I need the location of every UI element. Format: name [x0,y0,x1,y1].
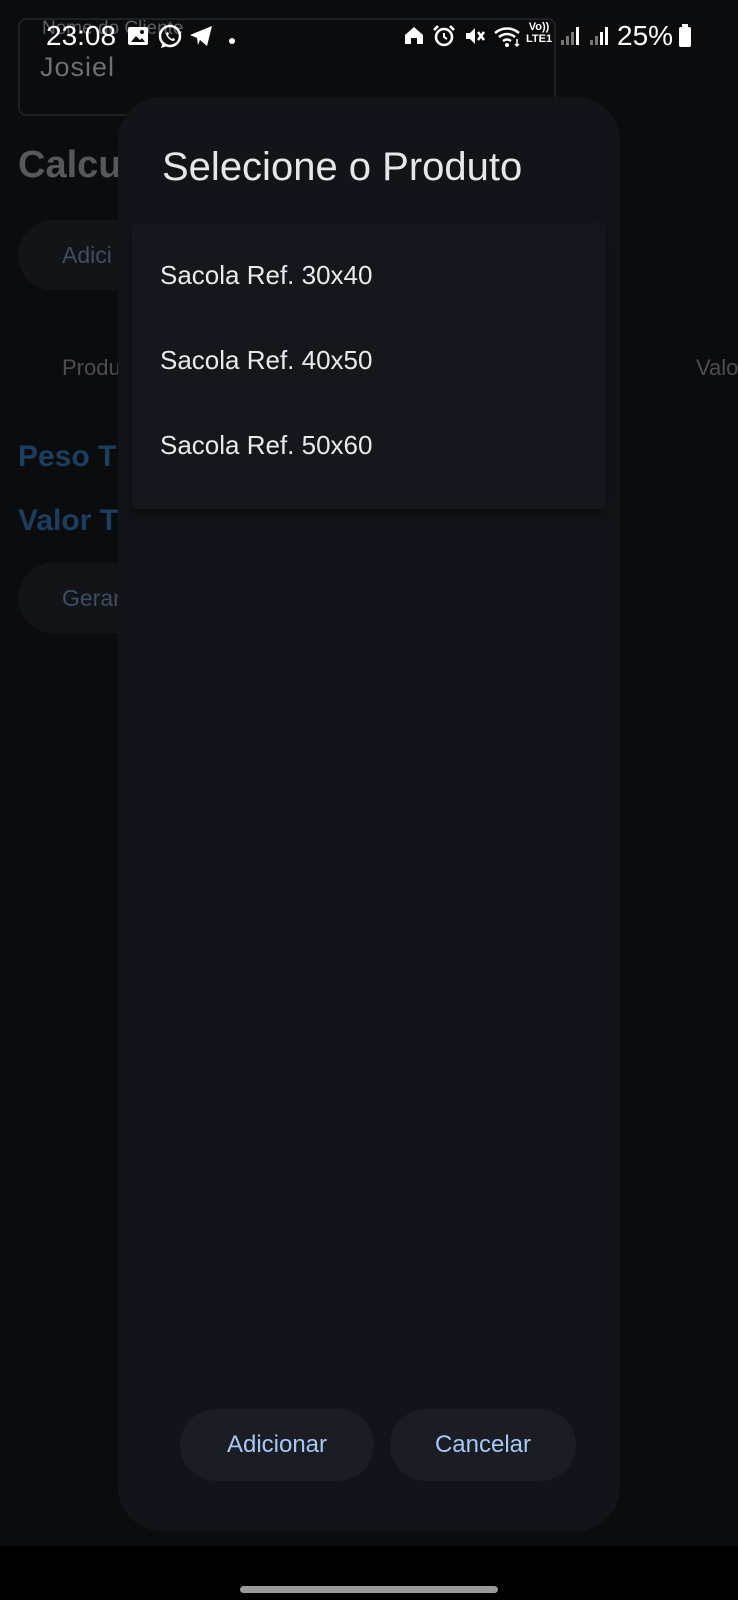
product-option-40x50[interactable]: Sacola Ref. 40x50 [132,320,606,400]
generate-label: Gerar [62,585,121,611]
cancel-button[interactable]: Cancelar [390,1409,576,1481]
cancel-button-label: Cancelar [434,1431,532,1458]
add-button[interactable]: Adicionar [180,1409,374,1481]
total-weight: Peso T [18,440,117,473]
battery-icon [678,24,692,53]
navigation-bar [0,1546,738,1600]
screen: Nome do Cliente Josiel Calcu Adici Produ… [0,0,738,1600]
select-product-dialog: Selecione o Produto Sacola Ref. 30x40 Sa… [118,97,620,1531]
volte-icon: Vo)) LTE1 [526,21,552,45]
product-option-label: Sacola Ref. 30x40 [160,260,373,290]
dot-icon [228,32,236,50]
table-header-product: Produ [62,355,121,380]
status-time: 23:08 [46,20,117,51]
dialog-title: Selecione o Produto [162,145,523,189]
mute-icon [463,24,487,53]
battery-percent: 25% [617,20,674,51]
total-value: Valor T [18,504,119,537]
volte-line1: Vo)) [528,21,550,33]
gesture-handle[interactable] [240,1586,498,1593]
status-bar: 23:08 Vo)) LTE1 25% [0,0,738,72]
alarm-icon [432,24,456,53]
signal-icon [560,24,582,51]
product-option-50x60[interactable]: Sacola Ref. 50x60 [132,405,606,485]
wifi-icon [493,24,523,53]
signal-icon [589,24,611,51]
product-option-30x40[interactable]: Sacola Ref. 30x40 [132,235,606,315]
page-title: Calcu [18,144,122,186]
gallery-icon [126,24,150,53]
product-option-label: Sacola Ref. 40x50 [160,345,373,375]
product-option-label: Sacola Ref. 50x60 [160,430,373,460]
product-dropdown-menu: Sacola Ref. 30x40 Sacola Ref. 40x50 Saco… [132,223,606,509]
add-button-label: Adicionar [226,1431,328,1458]
home-icon [403,24,425,51]
table-header-value: Valo [696,355,738,380]
whatsapp-icon [157,24,183,55]
add-product-label: Adici [62,242,112,268]
volte-line2: LTE1 [526,33,553,45]
telegram-icon [188,24,214,53]
